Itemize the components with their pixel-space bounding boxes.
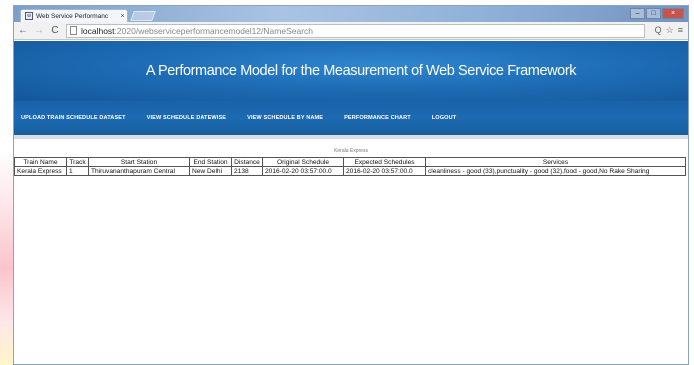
new-tab-button[interactable] xyxy=(130,11,156,21)
nav-logout[interactable]: LOGOUT xyxy=(432,115,457,121)
nav-divider xyxy=(14,135,688,139)
window-controls: – □ × xyxy=(630,8,684,19)
page-title: A Performance Model for the Measurement … xyxy=(145,63,577,79)
browser-titlebar: w Web Service Performanc × – □ × xyxy=(14,6,688,22)
close-window-button[interactable]: × xyxy=(662,8,684,19)
nav-performance-chart[interactable]: PERFORMANCE CHART xyxy=(344,115,411,121)
cell-end-station: New Delhi xyxy=(189,166,232,176)
page-icon xyxy=(70,26,77,35)
cell-services: cleanliness - good (33),punctuality - go… xyxy=(425,166,686,176)
maximize-button[interactable]: □ xyxy=(646,8,661,19)
col-expected-schedules: Expected Schedules xyxy=(343,157,426,167)
nav-upload-dataset[interactable]: UPLOAD TRAIN SCHEDULE DATASET xyxy=(21,115,126,121)
col-services: Services xyxy=(425,157,686,167)
zoom-icon[interactable]: Q xyxy=(655,25,662,36)
col-end-station: End Station xyxy=(189,157,232,167)
cell-train-name: Kerala Express xyxy=(14,166,67,176)
col-start-station: Start Station xyxy=(88,157,190,167)
back-arrow-icon[interactable]: ← xyxy=(18,25,28,37)
header-banner: A Performance Model for the Measurement … xyxy=(14,41,688,101)
bookmark-star-icon[interactable]: ☆ xyxy=(666,25,674,36)
nav-view-datewise[interactable]: VIEW SCHEDULE DATEWISE xyxy=(147,115,226,121)
col-track: Track xyxy=(66,157,89,167)
tab-close-icon[interactable]: × xyxy=(118,13,127,20)
table-row: Kerala Express 1 Thiruvananthapuram Cent… xyxy=(14,166,686,176)
browser-toolbar: ← → C localhost:2020/webserviceperforman… xyxy=(14,22,688,40)
minimize-button[interactable]: – xyxy=(630,8,645,19)
cell-expected-schedule: 2016-02-20 03:57:00.0 xyxy=(343,166,426,176)
favicon-icon: w xyxy=(25,12,33,20)
reload-icon[interactable]: C xyxy=(50,25,60,37)
tab-title: Web Service Performanc xyxy=(36,12,109,20)
menu-icon[interactable]: ≡ xyxy=(678,25,683,36)
col-train-name: Train Name xyxy=(14,157,67,167)
forward-arrow-icon[interactable]: → xyxy=(34,25,44,37)
main-nav: UPLOAD TRAIN SCHEDULE DATASET VIEW SCHED… xyxy=(14,101,688,135)
nav-view-by-name[interactable]: VIEW SCHEDULE BY NAME xyxy=(247,115,323,121)
col-distance: Distance xyxy=(231,157,263,167)
decorative-stripe xyxy=(0,150,14,365)
cell-distance: 2138 xyxy=(231,166,263,176)
cell-track: 1 xyxy=(66,166,89,176)
table-header-row: Train Name Track Start Station End Stati… xyxy=(14,157,686,167)
address-bar[interactable]: localhost:2020/webserviceperformancemode… xyxy=(66,23,645,38)
page-content: A Performance Model for the Measurement … xyxy=(14,41,688,364)
url-host: localhost xyxy=(81,25,115,36)
schedule-table: Train Name Track Start Station End Stati… xyxy=(14,157,686,176)
browser-tab[interactable]: w Web Service Performanc × xyxy=(20,9,128,22)
url-path: :2020/webserviceperformancemodel12/NameS… xyxy=(114,25,314,36)
cell-original-schedule: 2016-02-20 03:57:00.0 xyxy=(262,166,344,176)
search-result-caption: Kerala Express xyxy=(334,148,368,154)
browser-window: w Web Service Performanc × – □ × ← → C l… xyxy=(13,5,689,365)
toolbar-icons: Q ☆ ≡ xyxy=(655,25,688,36)
col-original-schedule: Original Schedule xyxy=(262,157,344,167)
cell-start-station: Thiruvananthapuram Central xyxy=(88,166,190,176)
